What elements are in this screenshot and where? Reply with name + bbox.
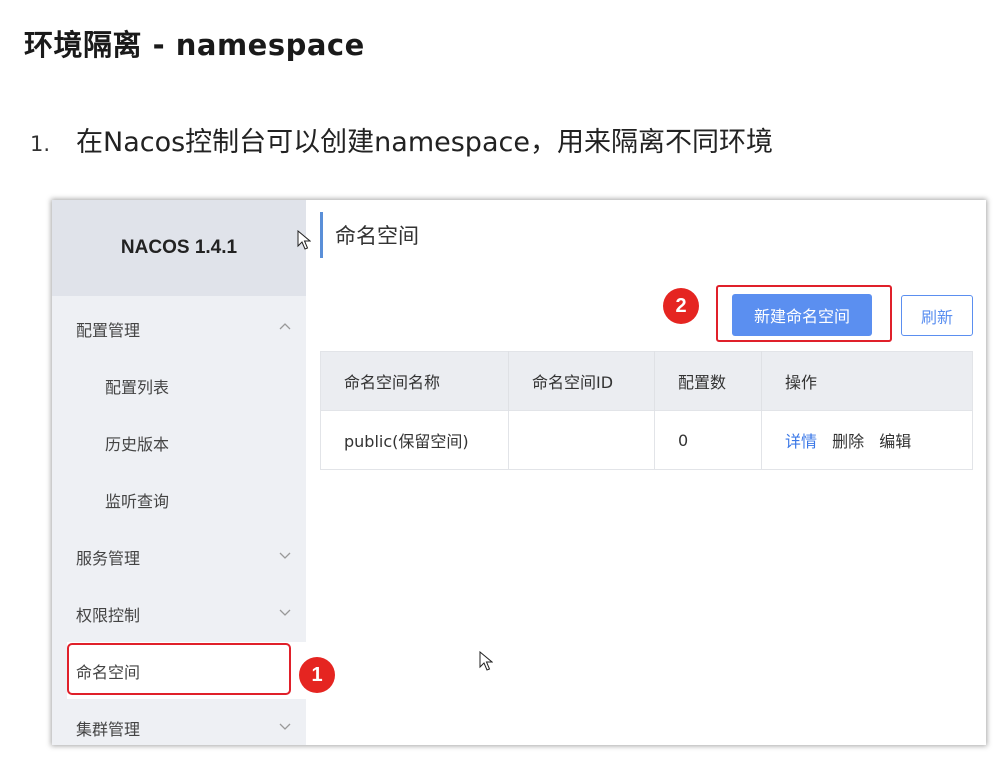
sidebar-item-label: 服务管理 bbox=[76, 548, 141, 568]
column-header-id: 命名空间ID bbox=[508, 351, 655, 411]
sidebar-item-config-management[interactable]: 配置管理 bbox=[52, 300, 306, 357]
table-header-row: 命名空间名称 命名空间ID 配置数 操作 bbox=[320, 351, 973, 411]
sidebar-item-listener-query[interactable]: 监听查询 bbox=[52, 471, 306, 528]
cell-config-count: 0 bbox=[654, 410, 762, 470]
chevron-down-icon bbox=[279, 609, 291, 616]
sidebar-item-label: 历史版本 bbox=[105, 434, 170, 454]
sidebar-item-history[interactable]: 历史版本 bbox=[52, 414, 306, 471]
sidebar-item-cluster-management[interactable]: 集群管理 bbox=[52, 699, 306, 745]
sidebar-item-label: 配置列表 bbox=[105, 377, 170, 397]
details-link[interactable]: 详情 bbox=[785, 432, 817, 451]
mouse-cursor-icon bbox=[479, 651, 493, 671]
step-text: 在Nacos控制台可以创建namespace，用来隔离不同环境 bbox=[76, 127, 773, 158]
sidebar-item-label: 权限控制 bbox=[76, 605, 141, 625]
edit-link[interactable]: 编辑 bbox=[879, 432, 911, 451]
highlight-box-namespace bbox=[67, 643, 291, 695]
column-header-name: 命名空间名称 bbox=[320, 351, 509, 411]
mouse-cursor-icon bbox=[297, 230, 311, 250]
delete-link[interactable]: 删除 bbox=[832, 432, 864, 451]
main-content: 命名空间 新建命名空间 刷新 命名空间名称 命名空间ID 配置数 操作 publ… bbox=[306, 200, 986, 745]
step-number: 1. bbox=[30, 132, 51, 156]
column-header-count: 配置数 bbox=[654, 351, 762, 411]
column-header-actions: 操作 bbox=[761, 351, 973, 411]
cell-actions: 详情 删除 编辑 bbox=[761, 410, 973, 470]
doc-step: 1. 在Nacos控制台可以创建namespace，用来隔离不同环境 bbox=[30, 120, 773, 159]
table-row: public(保留空间) 0 详情 删除 编辑 bbox=[320, 410, 973, 470]
create-namespace-button[interactable]: 新建命名空间 bbox=[732, 294, 872, 336]
sidebar-item-label: 配置管理 bbox=[76, 320, 141, 340]
chevron-down-icon bbox=[279, 552, 291, 559]
sidebar-item-label: 集群管理 bbox=[76, 719, 141, 739]
annotation-badge-1: 1 bbox=[299, 657, 335, 693]
sidebar-item-label: 监听查询 bbox=[105, 491, 170, 511]
nacos-console-screenshot: NACOS 1.4.1 配置管理 配置列表 历史版本 监听查询 服务管理 权限控… bbox=[52, 200, 986, 745]
brand-logo: NACOS 1.4.1 bbox=[52, 200, 306, 296]
namespace-table: 命名空间名称 命名空间ID 配置数 操作 public(保留空间) 0 详情 删… bbox=[320, 351, 973, 470]
annotation-badge-2: 2 bbox=[663, 288, 699, 324]
page-title: 命名空间 bbox=[320, 212, 419, 258]
sidebar-item-service-management[interactable]: 服务管理 bbox=[52, 528, 306, 585]
chevron-up-icon bbox=[279, 323, 291, 330]
sidebar: NACOS 1.4.1 配置管理 配置列表 历史版本 监听查询 服务管理 权限控… bbox=[52, 200, 307, 745]
sidebar-item-config-list[interactable]: 配置列表 bbox=[52, 357, 306, 414]
chevron-down-icon bbox=[279, 723, 291, 730]
cell-namespace-name: public(保留空间) bbox=[320, 410, 509, 470]
doc-title: 环境隔离 - namespace bbox=[24, 28, 365, 62]
refresh-button[interactable]: 刷新 bbox=[901, 295, 973, 336]
sidebar-item-permission-control[interactable]: 权限控制 bbox=[52, 585, 306, 642]
cell-namespace-id bbox=[508, 410, 655, 470]
